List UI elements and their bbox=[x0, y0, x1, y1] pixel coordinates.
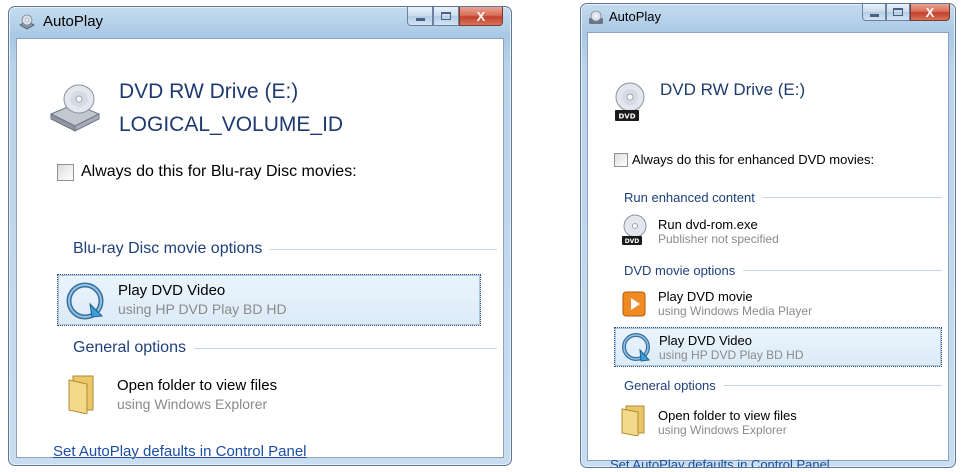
section-header-run-enhanced-content: Run enhanced content bbox=[624, 190, 942, 205]
option-play-dvd-movie[interactable]: Play DVD movie using Windows Media Playe… bbox=[614, 284, 942, 324]
autoplay-window-dvd: AutoPlay X DVD DVD RW Drive (E:) Always … bbox=[580, 3, 956, 468]
section-divider bbox=[743, 270, 942, 271]
caption-buttons: X bbox=[862, 4, 950, 21]
always-do-this-checkbox[interactable] bbox=[614, 153, 628, 167]
minimize-icon bbox=[415, 17, 425, 21]
option-subtitle: using Windows Explorer bbox=[658, 423, 787, 437]
maximize-icon bbox=[893, 8, 903, 16]
window-content: DVD DVD RW Drive (E:) Always do this for… bbox=[587, 32, 949, 467]
autoplay-defaults-link[interactable]: Set AutoPlay defaults in Control Panel bbox=[53, 443, 307, 460]
maximize-button[interactable] bbox=[886, 4, 910, 21]
dvd-disc-icon: DVD bbox=[615, 82, 645, 121]
title-bar[interactable]: AutoPlay X bbox=[581, 4, 955, 34]
hp-dvd-play-icon bbox=[66, 282, 104, 320]
media-player-icon bbox=[622, 291, 646, 317]
option-open-folder[interactable]: Open folder to view files using Windows … bbox=[57, 371, 481, 419]
dvd-badge: DVD bbox=[625, 238, 640, 245]
drive-name: DVD RW Drive (E:) bbox=[660, 80, 806, 99]
close-icon: X bbox=[925, 4, 935, 20]
autoplay-defaults-link[interactable]: Set AutoPlay defaults in Control Panel bbox=[610, 457, 830, 467]
section-label: DVD movie options bbox=[624, 263, 736, 278]
section-label: General options bbox=[624, 378, 716, 393]
option-subtitle: using HP DVD Play BD HD bbox=[659, 348, 804, 362]
folder-icon bbox=[68, 375, 94, 414]
option-play-dvd-video[interactable]: Play DVD Video using HP DVD Play BD HD bbox=[614, 327, 942, 367]
close-icon: X bbox=[476, 8, 486, 24]
section-label: Blu-ray Disc movie options bbox=[73, 240, 263, 257]
option-title: Play DVD Video bbox=[659, 333, 752, 348]
title-bar[interactable]: AutoPlay X bbox=[9, 7, 511, 37]
option-subtitle: using Windows Explorer bbox=[117, 396, 268, 412]
close-button[interactable]: X bbox=[910, 4, 950, 21]
option-play-dvd-video[interactable]: Play DVD Video using HP DVD Play BD HD bbox=[57, 274, 481, 326]
window-title: AutoPlay bbox=[609, 9, 662, 24]
section-header-general-options: General options bbox=[624, 378, 942, 393]
minimize-icon bbox=[869, 13, 879, 17]
section-divider bbox=[762, 197, 942, 198]
minimize-button[interactable] bbox=[407, 7, 433, 26]
section-divider bbox=[723, 385, 942, 386]
autoplay-icon bbox=[589, 10, 603, 24]
maximize-icon bbox=[441, 12, 451, 20]
option-open-folder[interactable]: Open folder to view files using Windows … bbox=[614, 400, 942, 442]
section-divider bbox=[193, 347, 497, 349]
option-subtitle: Publisher not specified bbox=[658, 232, 779, 246]
folder-icon bbox=[621, 405, 645, 436]
section-label: General options bbox=[73, 339, 186, 356]
window-title: AutoPlay bbox=[43, 13, 104, 30]
section-header-blu-ray-options: Blu-ray Disc movie options bbox=[73, 240, 497, 258]
option-title: Play DVD Video bbox=[118, 282, 226, 299]
option-title: Play DVD movie bbox=[658, 289, 753, 304]
dvd-disc-icon: DVD bbox=[622, 214, 647, 245]
option-run-dvd-rom[interactable]: DVD Run dvd-rom.exe Publisher not specif… bbox=[614, 210, 942, 252]
dvd-drive-icon bbox=[49, 84, 101, 132]
drive-name: DVD RW Drive (E:) bbox=[119, 80, 299, 103]
section-header-dvd-movie-options: DVD movie options bbox=[624, 263, 942, 278]
autoplay-icon bbox=[19, 14, 35, 30]
autoplay-window-blu-ray: AutoPlay X DVD RW Drive (E:) LOGICAL_VOL… bbox=[8, 6, 512, 466]
dvd-badge: DVD bbox=[618, 113, 635, 121]
always-do-this-checkbox[interactable] bbox=[57, 164, 74, 181]
maximize-button[interactable] bbox=[433, 7, 459, 26]
option-title: Run dvd-rom.exe bbox=[658, 217, 758, 232]
close-button[interactable]: X bbox=[459, 7, 503, 26]
section-divider bbox=[270, 248, 497, 250]
hp-dvd-play-icon bbox=[622, 333, 651, 362]
option-title: Open folder to view files bbox=[658, 408, 797, 423]
always-do-this-label[interactable]: Always do this for enhanced DVD movies: bbox=[632, 152, 874, 167]
caption-buttons: X bbox=[407, 7, 503, 26]
option-subtitle: using HP DVD Play BD HD bbox=[118, 301, 287, 317]
always-do-this-label[interactable]: Always do this for Blu-ray Disc movies: bbox=[81, 163, 357, 181]
window-content: DVD RW Drive (E:) LOGICAL_VOLUME_ID Alwa… bbox=[16, 38, 504, 460]
option-title: Open folder to view files bbox=[117, 377, 278, 394]
volume-label: LOGICAL_VOLUME_ID bbox=[119, 113, 344, 136]
option-subtitle: using Windows Media Player bbox=[658, 304, 813, 318]
section-header-general-options: General options bbox=[73, 339, 497, 357]
minimize-button[interactable] bbox=[862, 4, 886, 21]
section-label: Run enhanced content bbox=[624, 190, 755, 205]
